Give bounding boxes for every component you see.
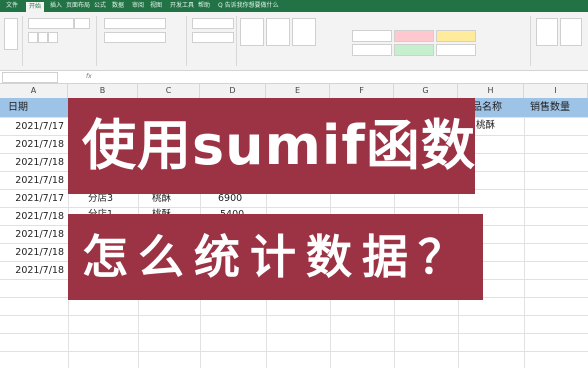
cell-i1[interactable]: 销售数量 [524, 98, 588, 117]
tab-file[interactable]: 文件 [6, 1, 18, 11]
title-line2-text: 怎么统计数据？ [82, 230, 474, 284]
cell-h2[interactable]: 桃酥 [476, 117, 524, 135]
column-header-b[interactable]: B [68, 84, 138, 98]
cell-date[interactable]: 2021/7/17 [0, 190, 68, 208]
number-format-buttons[interactable] [192, 32, 234, 43]
column-header-f[interactable]: F [330, 84, 394, 98]
tab-review[interactable]: 审阅 [132, 1, 144, 11]
style-neutral-chip[interactable] [436, 30, 476, 42]
tell-me-search[interactable]: Q 告诉我你想要做什么 [218, 1, 279, 11]
cell-date[interactable]: 2021/7/18 [0, 136, 68, 154]
cell-date[interactable]: 2021/7/18 [0, 208, 68, 226]
insert-cells-button[interactable] [536, 18, 558, 46]
number-format-select[interactable] [192, 18, 234, 29]
cell-date[interactable]: 2021/7/18 [0, 244, 68, 262]
style-chip[interactable] [436, 44, 476, 56]
column-header-e[interactable]: E [266, 84, 330, 98]
delete-cells-button[interactable] [560, 18, 582, 46]
tab-data[interactable]: 数据 [112, 1, 124, 11]
style-bad-chip[interactable] [394, 30, 434, 42]
ribbon-divider [22, 16, 23, 66]
ribbon-toolbar [0, 12, 588, 71]
tab-view[interactable]: 视图 [150, 1, 162, 11]
column-header-c[interactable]: C [138, 84, 200, 98]
cell-date[interactable]: 2021/7/18 [0, 172, 68, 190]
alignment-group[interactable] [104, 18, 166, 29]
gridline [0, 315, 588, 316]
conditional-format-button[interactable] [240, 18, 264, 46]
column-header-i[interactable]: I [524, 84, 588, 98]
cell-date[interactable]: 2021/7/18 [0, 154, 68, 172]
alignment-group-row2[interactable] [104, 32, 166, 43]
tab-home[interactable]: 开始 [26, 2, 45, 12]
underline-button[interactable] [48, 32, 58, 43]
name-box[interactable] [2, 72, 58, 83]
ribbon-divider [186, 16, 187, 66]
bold-button[interactable] [28, 32, 38, 43]
cell-date[interactable]: 2021/7/17 [0, 118, 68, 136]
ribbon-tab-bar: 文件 开始 插入 页面布局 公式 数据 审阅 视图 开发工具 帮助 Q 告诉我你… [0, 0, 588, 12]
title-banner-line2: 怎么统计数据？ [68, 214, 483, 300]
cell-a1[interactable]: 日期 [0, 98, 68, 117]
cell-styles-button[interactable] [292, 18, 316, 46]
gridline [524, 98, 525, 368]
column-header-d[interactable]: D [200, 84, 266, 98]
column-header-row: A B C D E F G H I [0, 84, 588, 99]
column-header-a[interactable]: A [0, 84, 68, 98]
tab-formulas[interactable]: 公式 [94, 1, 106, 11]
ribbon-divider [530, 16, 531, 66]
column-header-g[interactable]: G [394, 84, 458, 98]
italic-button[interactable] [38, 32, 48, 43]
gridline [0, 351, 588, 352]
font-family-select[interactable] [28, 18, 74, 29]
column-header-h[interactable]: H [458, 84, 524, 98]
font-size-select[interactable] [74, 18, 90, 29]
ribbon-divider [236, 16, 237, 66]
fx-icon[interactable]: fx [86, 72, 92, 82]
gridline [0, 333, 588, 334]
title-line1-text: 使用sumif函数 [82, 114, 476, 177]
format-as-table-button[interactable] [266, 18, 290, 46]
style-good-chip[interactable] [394, 44, 434, 56]
style-chip[interactable] [352, 44, 392, 56]
style-normal-chip[interactable] [352, 30, 392, 42]
ribbon-divider [96, 16, 97, 66]
formula-bar: fx [0, 71, 588, 84]
cell-date[interactable]: 2021/7/18 [0, 262, 68, 280]
tab-page-layout[interactable]: 页面布局 [66, 1, 90, 11]
title-banner-line1: 使用sumif函数 [68, 98, 475, 194]
tab-insert[interactable]: 插入 [50, 1, 62, 11]
tab-developer[interactable]: 开发工具 [170, 1, 194, 11]
paste-button[interactable] [4, 18, 18, 50]
cell-date[interactable]: 2021/7/18 [0, 226, 68, 244]
tab-help[interactable]: 帮助 [198, 1, 210, 11]
